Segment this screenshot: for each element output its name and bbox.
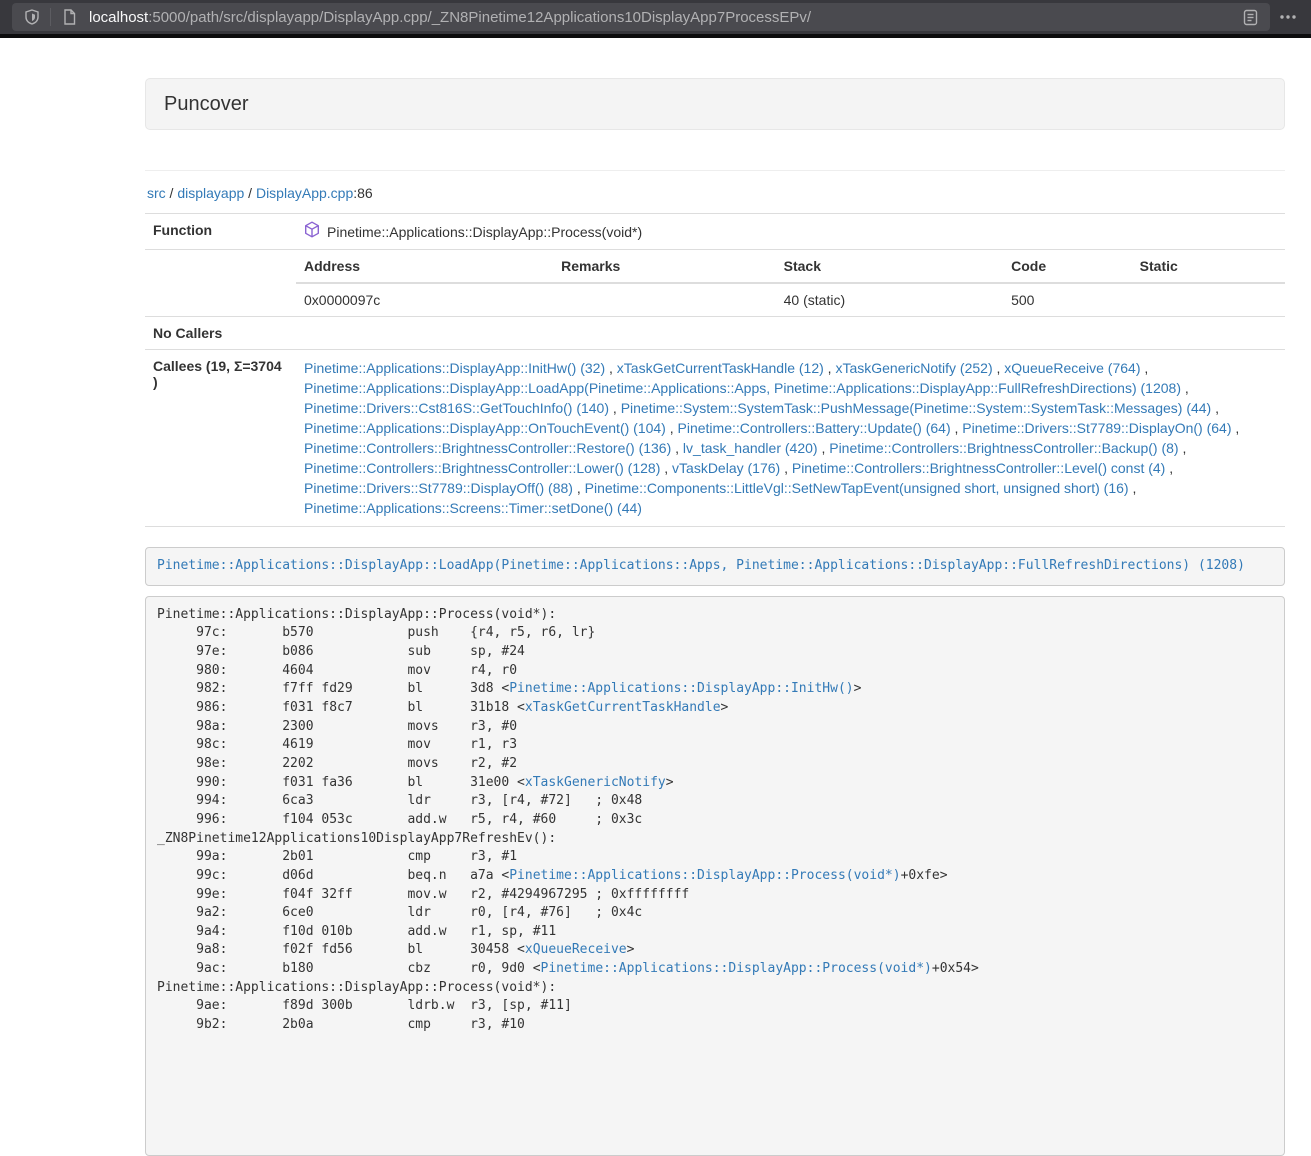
- loadapp-box: Pinetime::Applications::DisplayApp::Load…: [145, 547, 1285, 586]
- static-value: [1132, 283, 1285, 316]
- address-value: 0x0000097c: [296, 283, 553, 316]
- callees-label: Callees (19, Σ=3704 ): [145, 350, 296, 527]
- page-container: Puncover src / displayapp / DisplayApp.c…: [145, 38, 1285, 1156]
- assembly-symbol-link[interactable]: xTaskGetCurrentTaskHandle: [525, 700, 721, 715]
- no-callers-label: No Callers: [145, 317, 296, 350]
- breadcrumb: src / displayapp / DisplayApp.cpp:86: [147, 183, 1285, 203]
- col-header-stack: Stack: [776, 250, 1003, 283]
- breadcrumb-link[interactable]: DisplayApp.cpp: [256, 185, 353, 201]
- callee-link[interactable]: Pinetime::Drivers::St7789::DisplayOn() (…: [962, 420, 1231, 436]
- callee-link[interactable]: Pinetime::Applications::DisplayApp::Load…: [304, 380, 1181, 396]
- url-path: :5000/path/src/displayapp/DisplayApp.cpp…: [148, 9, 811, 26]
- loadapp-link[interactable]: Pinetime::Applications::DisplayApp::Load…: [157, 558, 1245, 573]
- assembly-symbol-link[interactable]: xQueueReceive: [525, 942, 627, 957]
- assembly-symbol-link[interactable]: Pinetime::Applications::DisplayApp::Proc…: [509, 868, 900, 883]
- function-row: Function Pinetime::Applications::Display…: [145, 214, 1285, 250]
- callee-link[interactable]: vTaskDelay (176): [672, 460, 780, 476]
- callee-link[interactable]: lv_task_handler (420): [683, 440, 818, 456]
- code-value: 500: [1003, 283, 1132, 316]
- address-bar[interactable]: localhost:5000/path/src/displayapp/Displ…: [12, 3, 1270, 31]
- callee-link[interactable]: Pinetime::Applications::DisplayApp::OnTo…: [304, 420, 666, 436]
- assembly-symbol-link[interactable]: xTaskGenericNotify: [525, 775, 666, 790]
- callee-link[interactable]: Pinetime::Controllers::BrightnessControl…: [829, 440, 1178, 456]
- callee-link[interactable]: xQueueReceive (764): [1004, 360, 1140, 376]
- details-row: Address Remarks Stack Code Static 0x0000…: [145, 250, 1285, 317]
- callee-link[interactable]: Pinetime::Controllers::BrightnessControl…: [304, 460, 660, 476]
- remarks-value: [553, 283, 776, 316]
- details-table: Address Remarks Stack Code Static 0x0000…: [296, 250, 1285, 316]
- breadcrumb-link[interactable]: src: [147, 185, 166, 201]
- function-table: Function Pinetime::Applications::Display…: [145, 213, 1285, 527]
- callee-link[interactable]: Pinetime::Controllers::Battery::Update()…: [678, 420, 951, 436]
- callee-link[interactable]: Pinetime::Drivers::Cst816S::GetTouchInfo…: [304, 400, 609, 416]
- symbol-cube-icon: [304, 221, 320, 241]
- col-header-remarks: Remarks: [553, 250, 776, 283]
- page-icon: [57, 5, 81, 29]
- function-name: Pinetime::Applications::DisplayApp::Proc…: [327, 224, 642, 240]
- shield-icon[interactable]: [20, 5, 44, 29]
- browser-toolbar: localhost:5000/path/src/displayapp/Displ…: [0, 0, 1311, 34]
- no-callers-row: No Callers: [145, 317, 1285, 350]
- assembly-symbol-link[interactable]: Pinetime::Applications::DisplayApp::Init…: [509, 681, 853, 696]
- callee-link[interactable]: xTaskGetCurrentTaskHandle (12): [617, 360, 824, 376]
- callee-link[interactable]: xTaskGenericNotify (252): [835, 360, 992, 376]
- assembly-symbol-link[interactable]: Pinetime::Applications::DisplayApp::Proc…: [541, 961, 932, 976]
- callee-link[interactable]: Pinetime::Applications::DisplayApp::Init…: [304, 360, 605, 376]
- breadcrumb-link[interactable]: displayapp: [177, 185, 244, 201]
- stack-value: 40 (static): [776, 283, 1003, 316]
- callee-link[interactable]: Pinetime::Controllers::BrightnessControl…: [304, 440, 671, 456]
- page-title: Puncover: [164, 93, 249, 116]
- table-row: 0x0000097c 40 (static) 500: [296, 283, 1285, 316]
- reader-view-icon[interactable]: [1238, 5, 1262, 29]
- function-label: Function: [145, 214, 296, 250]
- more-menu-icon[interactable]: [1273, 3, 1303, 31]
- col-header-static: Static: [1132, 250, 1285, 283]
- url-host: localhost: [89, 9, 148, 26]
- callees-list: Pinetime::Applications::DisplayApp::Init…: [296, 350, 1285, 527]
- callees-row: Callees (19, Σ=3704 ) Pinetime::Applicat…: [145, 350, 1285, 527]
- callee-link[interactable]: Pinetime::Components::LittleVgl::SetNewT…: [585, 480, 1129, 496]
- page-header: Puncover: [145, 78, 1285, 130]
- callee-link[interactable]: Pinetime::System::SystemTask::PushMessag…: [621, 400, 1212, 416]
- callee-link[interactable]: Pinetime::Drivers::St7789::DisplayOff() …: [304, 480, 573, 496]
- divider: [145, 170, 1285, 171]
- url-text[interactable]: localhost:5000/path/src/displayapp/Displ…: [89, 9, 1238, 26]
- assembly-code: Pinetime::Applications::DisplayApp::Proc…: [145, 596, 1285, 1156]
- col-header-address: Address: [296, 250, 553, 283]
- col-header-code: Code: [1003, 250, 1132, 283]
- callee-link[interactable]: Pinetime::Controllers::BrightnessControl…: [792, 460, 1165, 476]
- callee-link[interactable]: Pinetime::Applications::Screens::Timer::…: [304, 500, 642, 516]
- toolbar-divider: [50, 8, 51, 26]
